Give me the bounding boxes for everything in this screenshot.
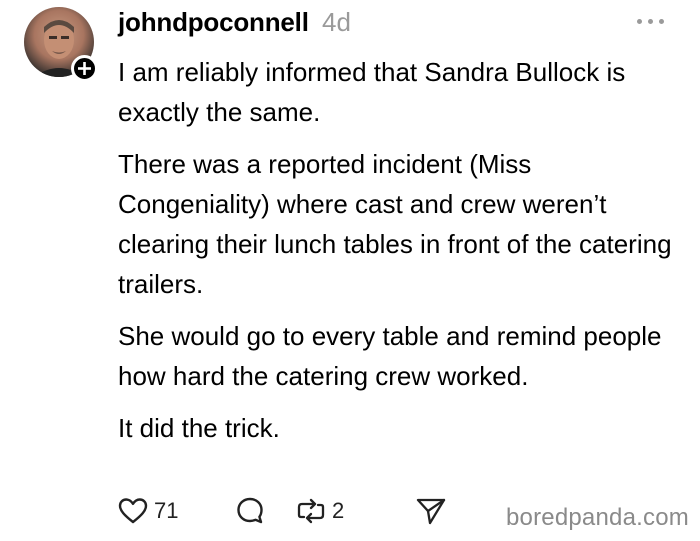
post-timestamp: 4d xyxy=(322,7,351,37)
repost-button[interactable]: 2 xyxy=(296,494,344,528)
like-button[interactable]: 71 xyxy=(118,494,178,528)
share-button[interactable] xyxy=(415,494,447,528)
comment-button[interactable] xyxy=(235,494,265,528)
more-options-icon[interactable] xyxy=(637,14,669,28)
heart-icon xyxy=(118,498,148,524)
repost-icon xyxy=(297,498,325,524)
plus-icon xyxy=(78,62,91,75)
avatar-container[interactable] xyxy=(24,7,98,82)
comment-icon xyxy=(237,497,263,524)
repost-count: 2 xyxy=(332,498,345,523)
post-paragraph: I am reliably informed that Sandra Bullo… xyxy=(118,57,626,127)
watermark: boredpanda.com xyxy=(506,504,689,531)
post-body: I am reliably informed that Sandra Bullo… xyxy=(118,52,678,460)
like-count: 71 xyxy=(154,498,179,523)
post-paragraph: There was a reported incident (Miss Cong… xyxy=(118,149,672,299)
post-paragraph: It did the trick. xyxy=(118,413,280,443)
username[interactable]: johndpoconnell xyxy=(118,4,309,40)
post-paragraph: She would go to every table and remind p… xyxy=(118,321,662,391)
follow-button[interactable] xyxy=(71,55,98,82)
send-icon xyxy=(416,498,446,525)
